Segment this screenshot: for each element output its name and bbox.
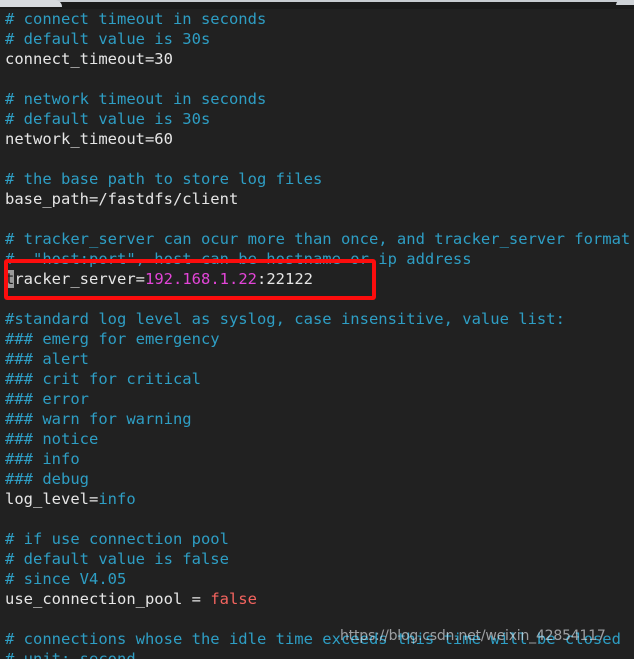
terminal-text-segment: ### warn for warning	[5, 410, 192, 428]
terminal-text-segment: :22122	[257, 270, 313, 288]
terminal-line: # since V4.05	[5, 569, 634, 589]
terminal-line: # connections whose the idle time exceed…	[5, 629, 634, 649]
terminal-text-segment: 192.168.1.22	[145, 270, 257, 288]
terminal-text-segment: # tracker_server can ocur more than once…	[5, 230, 634, 248]
terminal-text-segment: log_level=	[5, 490, 99, 508]
terminal-line	[5, 609, 634, 629]
window-titlebar	[0, 0, 634, 9]
terminal-text-segment: #standard log level as syslog, case inse…	[5, 310, 565, 328]
terminal-text-segment: # default value is false	[5, 550, 229, 568]
terminal-line: # if use connection pool	[5, 529, 634, 549]
terminal-line: # tracker_server can ocur more than once…	[5, 229, 634, 249]
terminal-line	[5, 69, 634, 89]
terminal-text-segment: # network timeout in seconds	[5, 90, 267, 108]
terminal-line: base_path=/fastdfs/client	[5, 189, 634, 209]
terminal-line	[5, 149, 634, 169]
terminal-line: # default value is 30s	[5, 29, 634, 49]
terminal-text-segment: # if use connection pool	[5, 530, 229, 548]
terminal-text-segment: # connect timeout in seconds	[5, 10, 267, 28]
terminal-text-segment: # default value is 30s	[5, 110, 211, 128]
terminal-line: # the base path to store log files	[5, 169, 634, 189]
terminal-line: # "host:port", host can be hostname or i…	[5, 249, 634, 269]
terminal-line	[5, 509, 634, 529]
terminal-line: ### notice	[5, 429, 634, 449]
terminal-line: connect_timeout=30	[5, 49, 634, 69]
window-tab-left[interactable]	[0, 0, 62, 7]
terminal-text-area[interactable]: # connect timeout in seconds # default va…	[0, 9, 634, 659]
terminal-text-segment: # connections whose the idle time exceed…	[5, 630, 621, 648]
terminal-line: tracker_server=192.168.1.22:22122	[5, 269, 634, 289]
terminal-text-segment: ### debug	[5, 470, 89, 488]
terminal-text-segment: racker_server	[14, 270, 136, 288]
terminal-text-segment: network_timeout=60	[5, 130, 173, 148]
terminal-text-segment: base_path=/fastdfs/client	[5, 190, 239, 208]
text-cursor: t	[5, 270, 15, 288]
terminal-line: log_level=info	[5, 489, 634, 509]
terminal-text-segment: use_connection_pool =	[5, 590, 211, 608]
terminal-text-segment: connect_timeout=30	[5, 50, 173, 68]
terminal-text-segment: ### crit for critical	[5, 370, 201, 388]
terminal-line: ### error	[5, 389, 634, 409]
terminal-text-segment: # the base path to store log files	[5, 170, 323, 188]
terminal-window: # connect timeout in seconds # default va…	[0, 0, 634, 659]
terminal-text-segment: # default value is 30s	[5, 30, 211, 48]
terminal-line: ### warn for warning	[5, 409, 634, 429]
terminal-line: # default value is 30s	[5, 109, 634, 129]
terminal-line	[5, 209, 634, 229]
terminal-line: # unit: second	[5, 649, 634, 659]
terminal-line: ### debug	[5, 469, 634, 489]
terminal-text-segment: ### notice	[5, 430, 99, 448]
terminal-line: # network timeout in seconds	[5, 89, 634, 109]
titlebar-edge	[0, 0, 634, 2]
terminal-text-segment: ### emerg for emergency	[5, 330, 220, 348]
terminal-text-segment: false	[210, 590, 257, 608]
terminal-text-segment: ### info	[5, 450, 80, 468]
terminal-text-segment: ### error	[5, 390, 89, 408]
terminal-line: ### info	[5, 449, 634, 469]
terminal-text-segment: ### alert	[5, 350, 89, 368]
window-tab-right[interactable]	[616, 0, 634, 5]
terminal-text-segment: # "host:port", host can be hostname or i…	[5, 250, 472, 268]
terminal-line: ### alert	[5, 349, 634, 369]
terminal-line: #standard log level as syslog, case inse…	[5, 309, 634, 329]
terminal-line: # default value is false	[5, 549, 634, 569]
terminal-line: use_connection_pool = false	[5, 589, 634, 609]
terminal-text-segment: # unit: second	[5, 650, 136, 659]
terminal-line: ### crit for critical	[5, 369, 634, 389]
terminal-line: ### emerg for emergency	[5, 329, 634, 349]
terminal-line	[5, 289, 634, 309]
terminal-line: # connect timeout in seconds	[5, 9, 634, 29]
terminal-text-segment: info	[98, 490, 136, 508]
terminal-line: network_timeout=60	[5, 129, 634, 149]
terminal-text-segment: # since V4.05	[5, 570, 127, 588]
terminal-text-segment: =	[135, 270, 146, 288]
